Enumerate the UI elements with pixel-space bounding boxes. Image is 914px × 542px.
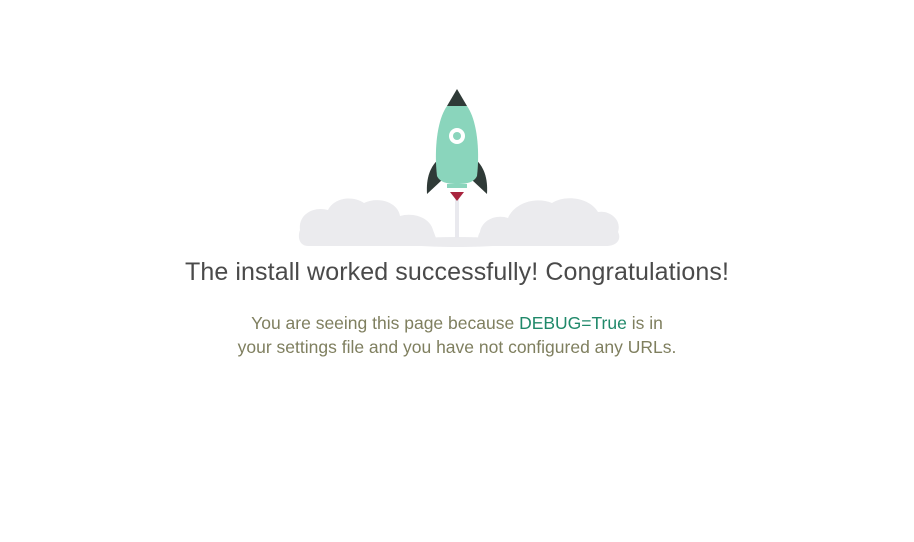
- message-text-before: You are seeing this page because: [251, 313, 520, 333]
- rocket-icon: [426, 89, 488, 201]
- debug-message: You are seeing this page because DEBUG=T…: [232, 311, 682, 359]
- page-title: The install worked successfully! Congrat…: [184, 258, 730, 286]
- cloud-icon: [298, 198, 620, 247]
- debug-setting-text: DEBUG=True: [519, 313, 627, 333]
- rocket-illustration: [298, 89, 620, 247]
- exhaust-trail: [455, 198, 459, 238]
